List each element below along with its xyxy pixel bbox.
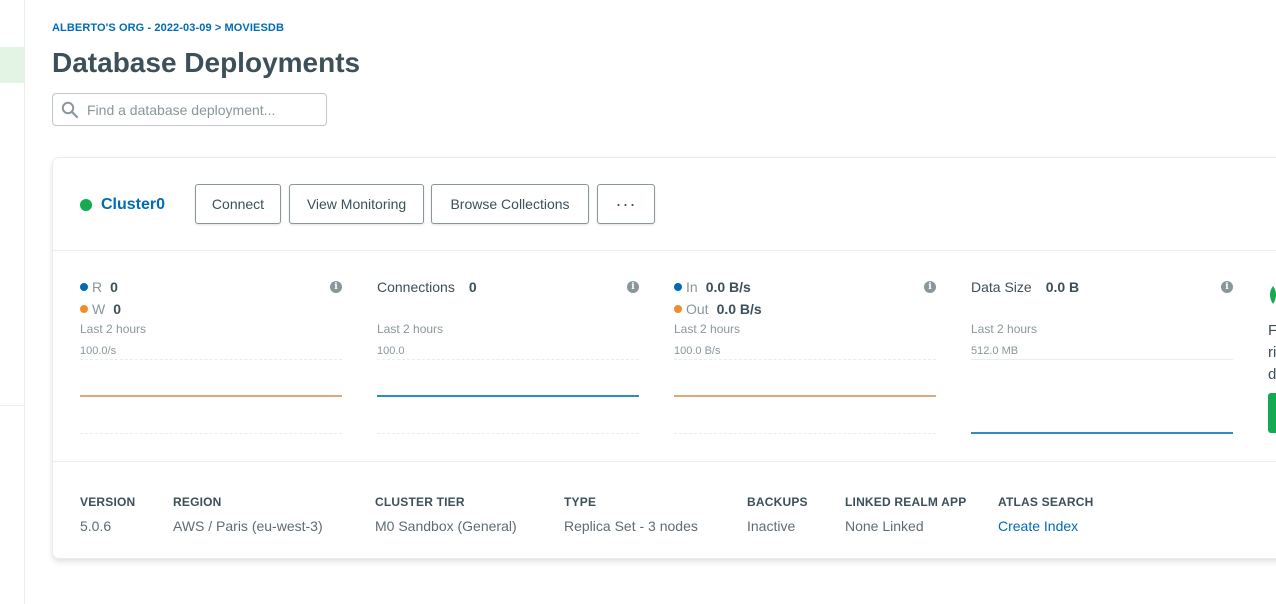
promo-text-line: ri: [1268, 344, 1276, 361]
detail-region: REGION AWS / Paris (eu-west-3): [173, 495, 323, 534]
create-index-link[interactable]: Create Index: [998, 518, 1094, 534]
promo-button[interactable]: [1268, 393, 1276, 433]
left-nav-active-item[interactable]: [0, 47, 24, 83]
chart-series-line: [377, 395, 639, 397]
cluster-status-dot: [80, 199, 92, 211]
metric-connections-row: Connections 0: [377, 276, 639, 298]
detail-atlas-search: ATLAS SEARCH Create Index: [998, 495, 1094, 534]
metric-connections[interactable]: Connections 0 i Last 2 hours 100.0: [377, 276, 639, 456]
detail-value: Inactive: [747, 518, 796, 534]
left-nav-divider: [0, 405, 24, 406]
detail-value: M0 Sandbox (General): [375, 518, 517, 534]
chart-gridline: [377, 433, 639, 434]
chart-gridline: [971, 359, 1233, 360]
chart-gridline: [80, 433, 342, 434]
metric-network[interactable]: In 0.0 B/s Out 0.0 B/s i Last 2 hours 10…: [674, 276, 936, 456]
metric-data-size-row: Data Size 0.0 B: [971, 276, 1233, 298]
metric-scale: 100.0/s: [80, 345, 117, 357]
cluster-details: VERSION 5.0.6 REGION AWS / Paris (eu-wes…: [53, 461, 1276, 560]
chart-gridline: [80, 359, 342, 360]
info-icon[interactable]: i: [330, 281, 342, 293]
search-icon: [61, 101, 79, 118]
connections-title: Connections: [377, 279, 455, 295]
detail-label: VERSION: [80, 495, 136, 509]
chart-series-line: [971, 432, 1233, 434]
connect-button[interactable]: Connect: [195, 184, 281, 224]
chart-gridline: [674, 433, 936, 434]
promo-text-line: d: [1268, 366, 1276, 383]
metric-period: Last 2 hours: [80, 322, 147, 336]
more-options-button[interactable]: ···: [597, 184, 655, 224]
chart-gridline: [674, 359, 936, 360]
info-icon[interactable]: i: [924, 281, 936, 293]
detail-backups: BACKUPS Inactive: [747, 495, 808, 534]
metric-operations[interactable]: R 0 W 0 i Last 2 hours 100.0/s: [80, 276, 342, 456]
cluster-card-header: Cluster0 Connect View Monitoring Browse …: [53, 158, 1276, 251]
detail-value: Replica Set - 3 nodes: [564, 518, 698, 534]
chart-gridline: [377, 359, 639, 360]
page-title: Database Deployments: [52, 47, 361, 78]
in-value: 0.0 B/s: [705, 279, 751, 295]
w-value: 0: [113, 301, 122, 317]
metric-data-size[interactable]: Data Size 0.0 B i Last 2 hours 512.0 MB: [971, 276, 1233, 456]
in-label: In: [686, 279, 698, 295]
promo-text: F ri d: [1268, 320, 1276, 386]
data-size-title: Data Size: [971, 279, 1032, 295]
in-series-dot: [674, 283, 682, 291]
detail-linked-realm-app: LINKED REALM APP None Linked: [845, 495, 966, 534]
metric-scale: 512.0 MB: [971, 345, 1019, 357]
mongodb-leaf-icon: [1270, 286, 1276, 304]
metric-period: Last 2 hours: [377, 322, 444, 336]
search-input[interactable]: [87, 101, 317, 118]
connections-value: 0: [468, 279, 477, 295]
metric-scale: 100.0 B/s: [674, 345, 721, 357]
detail-label: BACKUPS: [747, 495, 808, 509]
info-icon[interactable]: i: [1221, 281, 1233, 293]
out-label: Out: [686, 301, 709, 317]
cluster-name-link[interactable]: Cluster0: [101, 196, 165, 214]
w-label: W: [92, 301, 106, 317]
detail-version: VERSION 5.0.6: [80, 495, 135, 534]
w-series-dot: [80, 305, 88, 313]
promo-text-line: F: [1268, 322, 1276, 339]
info-icon[interactable]: i: [627, 281, 639, 293]
detail-value: 5.0.6: [80, 518, 112, 534]
detail-value: None Linked: [845, 518, 924, 534]
metric-in-row: In 0.0 B/s: [674, 276, 936, 298]
detail-value: AWS / Paris (eu-west-3): [173, 518, 323, 534]
metric-out-row: Out 0.0 B/s: [674, 298, 936, 320]
chart-series-line: [674, 395, 936, 397]
detail-label: REGION: [173, 495, 222, 509]
detail-label: TYPE: [564, 495, 597, 509]
search-box[interactable]: [52, 93, 327, 126]
detail-label: LINKED REALM APP: [845, 495, 967, 509]
r-series-dot: [80, 283, 88, 291]
metric-scale: 100.0: [377, 345, 405, 357]
metric-period: Last 2 hours: [971, 322, 1038, 336]
out-value: 0.0 B/s: [716, 301, 762, 317]
detail-label: CLUSTER TIER: [375, 495, 465, 509]
data-size-value: 0.0 B: [1045, 279, 1080, 295]
metric-r-row: R 0: [80, 276, 342, 298]
detail-cluster-tier: CLUSTER TIER M0 Sandbox (General): [375, 495, 517, 534]
metric-period: Last 2 hours: [674, 322, 741, 336]
detail-type: TYPE Replica Set - 3 nodes: [564, 495, 698, 534]
out-series-dot: [674, 305, 682, 313]
view-monitoring-button[interactable]: View Monitoring: [289, 184, 424, 224]
browse-collections-button[interactable]: Browse Collections: [431, 184, 589, 224]
r-value: 0: [110, 279, 118, 295]
metric-w-row: W 0: [80, 298, 342, 320]
detail-label: ATLAS SEARCH: [998, 495, 1094, 509]
breadcrumb[interactable]: ALBERTO'S ORG - 2022-03-09 > MOVIESDB: [52, 22, 284, 34]
r-label: R: [92, 279, 103, 295]
cluster-card: Cluster0 Connect View Monitoring Browse …: [52, 157, 1276, 559]
left-nav-rail: [0, 0, 25, 604]
chart-series-line: [80, 395, 342, 397]
